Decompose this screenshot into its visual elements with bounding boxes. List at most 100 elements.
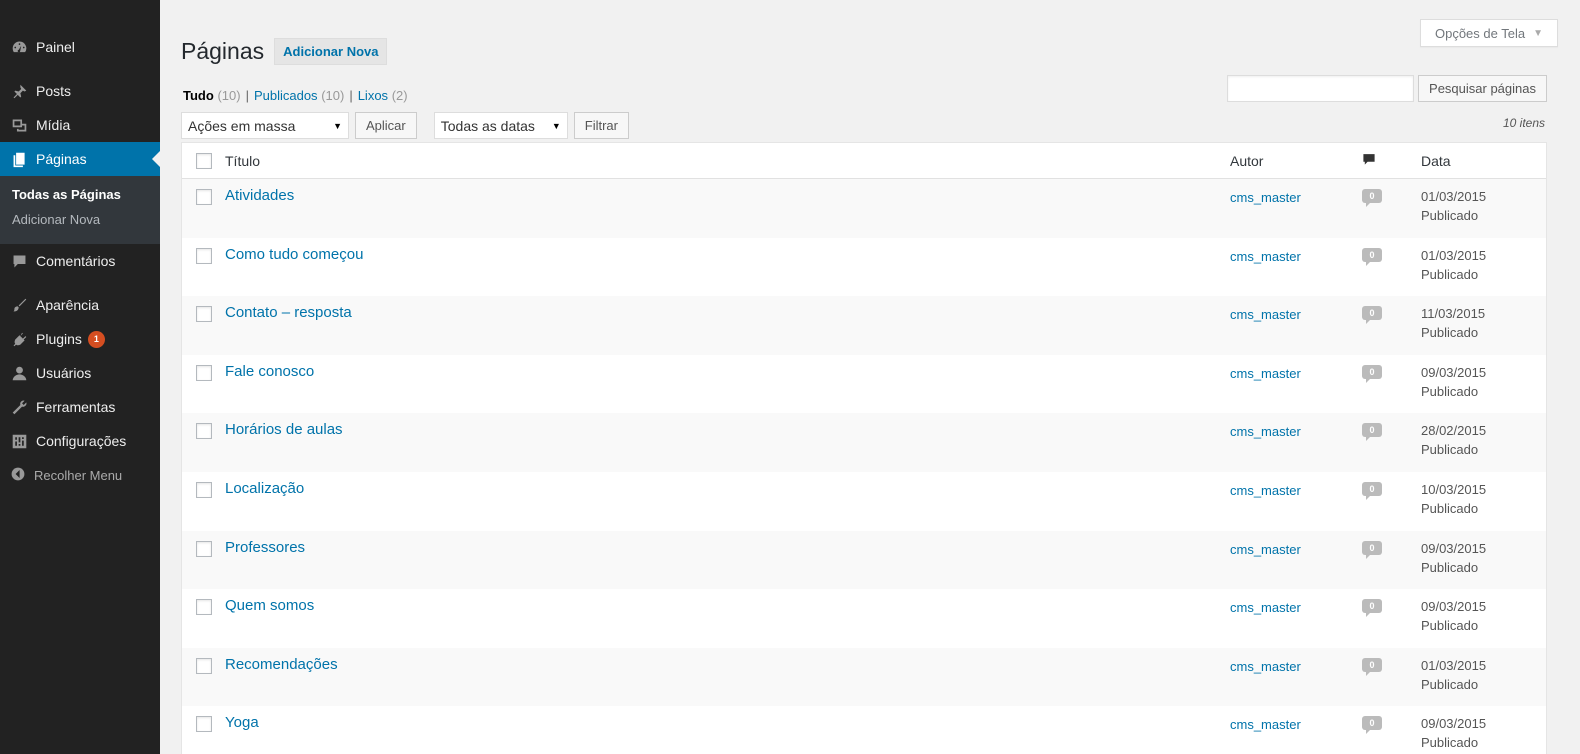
view-published[interactable]: Publicados (10)	[254, 88, 344, 103]
row-comments-cell: 0	[1357, 187, 1421, 207]
apply-button[interactable]: Aplicar	[355, 112, 417, 139]
row-status: Publicado	[1421, 618, 1479, 634]
sidebar-item-comentarios[interactable]: Comentários	[0, 244, 160, 278]
view-filters: Tudo (10) | Publicados (10) | Lixos (2)	[183, 88, 408, 103]
row-title-cell: Como tudo começou	[225, 246, 1230, 263]
row-date: 09/03/2015	[1421, 540, 1487, 556]
row-date: 01/03/2015	[1421, 189, 1487, 204]
row-author-cell: cms_master	[1230, 421, 1357, 439]
page-title-link[interactable]: Recomendações	[225, 656, 338, 673]
row-title-cell: Recomendações	[225, 656, 1230, 673]
sidebar-item-midia[interactable]: Mídia	[0, 108, 160, 142]
author-link[interactable]: cms_master	[1230, 656, 1301, 674]
author-link[interactable]: cms_master	[1230, 539, 1301, 557]
sidebar-item-usuarios[interactable]: Usuários	[0, 356, 160, 390]
author-link[interactable]: cms_master	[1230, 714, 1301, 732]
sidebar-item-ferramentas[interactable]: Ferramentas	[0, 390, 160, 424]
comment-count-bubble[interactable]: 0	[1362, 599, 1382, 618]
comment-count-bubble[interactable]: 0	[1362, 364, 1382, 383]
search-pages-button[interactable]: Pesquisar páginas	[1418, 75, 1547, 102]
row-date: 28/02/2015	[1421, 423, 1487, 439]
sidebar-item-plugins[interactable]: Plugins 1	[0, 322, 160, 356]
page-title-link[interactable]: Fale conosco	[225, 363, 314, 380]
row-checkbox[interactable]	[195, 481, 212, 498]
date-filter-select[interactable]: Todas as datas ▼	[433, 112, 568, 139]
submenu-add-new[interactable]: Adicionar Nova	[0, 207, 160, 232]
submenu-all-pages[interactable]: Todas as Páginas	[0, 182, 160, 207]
page-title-link[interactable]: Atividades	[225, 187, 294, 204]
bulk-actions-value: Ações em massa	[188, 117, 296, 134]
row-checkbox[interactable]	[195, 599, 212, 616]
table-row: Localização cms_master 0 10/03/2015 Publi…	[182, 472, 1546, 531]
row-checkbox[interactable]	[195, 364, 212, 381]
row-status: Publicado	[1421, 442, 1479, 458]
row-author-cell: cms_master	[1230, 480, 1357, 498]
row-title-cell: Professores	[225, 539, 1230, 556]
row-date: 01/03/2015	[1421, 247, 1487, 263]
row-comments-cell: 0	[1357, 363, 1421, 383]
filter-button[interactable]: Filtrar	[573, 112, 629, 139]
header-comments[interactable]	[1357, 152, 1421, 169]
comment-count-bubble[interactable]: 0	[1362, 716, 1382, 735]
row-date-cell: 09/03/2015 Publicado	[1421, 714, 1546, 752]
row-checkbox[interactable]	[195, 716, 212, 733]
row-status: Publicado	[1421, 735, 1479, 751]
header-title[interactable]: Título	[225, 153, 1230, 169]
row-date: 09/03/2015	[1421, 716, 1487, 732]
sidebar-item-paginas[interactable]: Páginas	[0, 142, 160, 176]
row-checkbox[interactable]	[195, 189, 212, 205]
screen-options-button[interactable]: Opções de Tela ▼	[1419, 19, 1558, 47]
header-date[interactable]: Data	[1421, 153, 1546, 169]
comment-count-bubble[interactable]: 0	[1362, 189, 1382, 207]
settings-icon	[10, 432, 28, 450]
page-title-link[interactable]: Yoga	[225, 714, 259, 731]
row-author-cell: cms_master	[1230, 539, 1357, 557]
author-link[interactable]: cms_master	[1230, 480, 1301, 498]
add-new-page-button[interactable]: Adicionar Nova	[274, 38, 388, 65]
sidebar-item-label: Posts	[36, 83, 72, 99]
search-input[interactable]	[1227, 75, 1415, 102]
page-title-link[interactable]: Como tudo começou	[225, 246, 363, 263]
author-link[interactable]: cms_master	[1230, 304, 1301, 322]
row-comments-cell: 0	[1357, 246, 1421, 266]
author-link[interactable]: cms_master	[1230, 363, 1301, 381]
author-link[interactable]: cms_master	[1230, 187, 1301, 205]
author-link[interactable]: cms_master	[1230, 421, 1301, 439]
caret-down-icon: ▼	[551, 120, 561, 131]
row-checkbox[interactable]	[195, 247, 212, 264]
view-all[interactable]: Tudo (10)	[183, 88, 241, 103]
row-comments-cell: 0	[1357, 597, 1421, 618]
row-comments-cell: 0	[1357, 656, 1421, 676]
page-title-link[interactable]: Quem somos	[225, 597, 314, 614]
comment-count-bubble[interactable]: 0	[1362, 423, 1382, 442]
comment-count-bubble[interactable]: 0	[1362, 657, 1382, 676]
page-title-link[interactable]: Contato – resposta	[225, 304, 352, 321]
row-checkbox[interactable]	[195, 423, 212, 440]
page-title-link[interactable]: Professores	[225, 539, 305, 556]
row-checkbox[interactable]	[195, 657, 212, 674]
sidebar-item-label: Plugins	[36, 331, 82, 347]
admin-sidebar: Painel Posts Mídia Páginas Todas as Pági…	[0, 0, 160, 754]
page-title-link[interactable]: Horários de aulas	[225, 421, 343, 438]
sidebar-item-label: Mídia	[36, 117, 71, 133]
sidebar-item-posts[interactable]: Posts	[0, 74, 160, 108]
collapse-arrow-icon	[10, 466, 28, 484]
view-trash-count: (2)	[391, 88, 408, 103]
page-title-link[interactable]: Localização	[225, 480, 304, 497]
author-link[interactable]: cms_master	[1230, 597, 1301, 615]
sidebar-item-aparencia[interactable]: Aparência	[0, 288, 160, 322]
view-trash[interactable]: Lixos (2)	[358, 88, 408, 103]
collapse-menu-button[interactable]: Recolher Menu	[0, 458, 160, 492]
sidebar-item-painel[interactable]: Painel	[0, 30, 160, 64]
header-author: Autor	[1230, 152, 1264, 169]
bulk-actions-select[interactable]: Ações em massa ▼	[181, 112, 349, 139]
comment-count-bubble[interactable]: 0	[1362, 540, 1382, 559]
sidebar-item-configuracoes[interactable]: Configurações	[0, 424, 160, 458]
comment-count-bubble[interactable]: 0	[1362, 481, 1382, 500]
comment-count-bubble[interactable]: 0	[1362, 247, 1382, 266]
row-checkbox[interactable]	[195, 540, 212, 557]
select-all-checkbox[interactable]	[195, 152, 212, 169]
row-checkbox[interactable]	[195, 306, 212, 323]
comment-count-bubble[interactable]: 0	[1362, 306, 1382, 325]
author-link[interactable]: cms_master	[1230, 246, 1301, 264]
